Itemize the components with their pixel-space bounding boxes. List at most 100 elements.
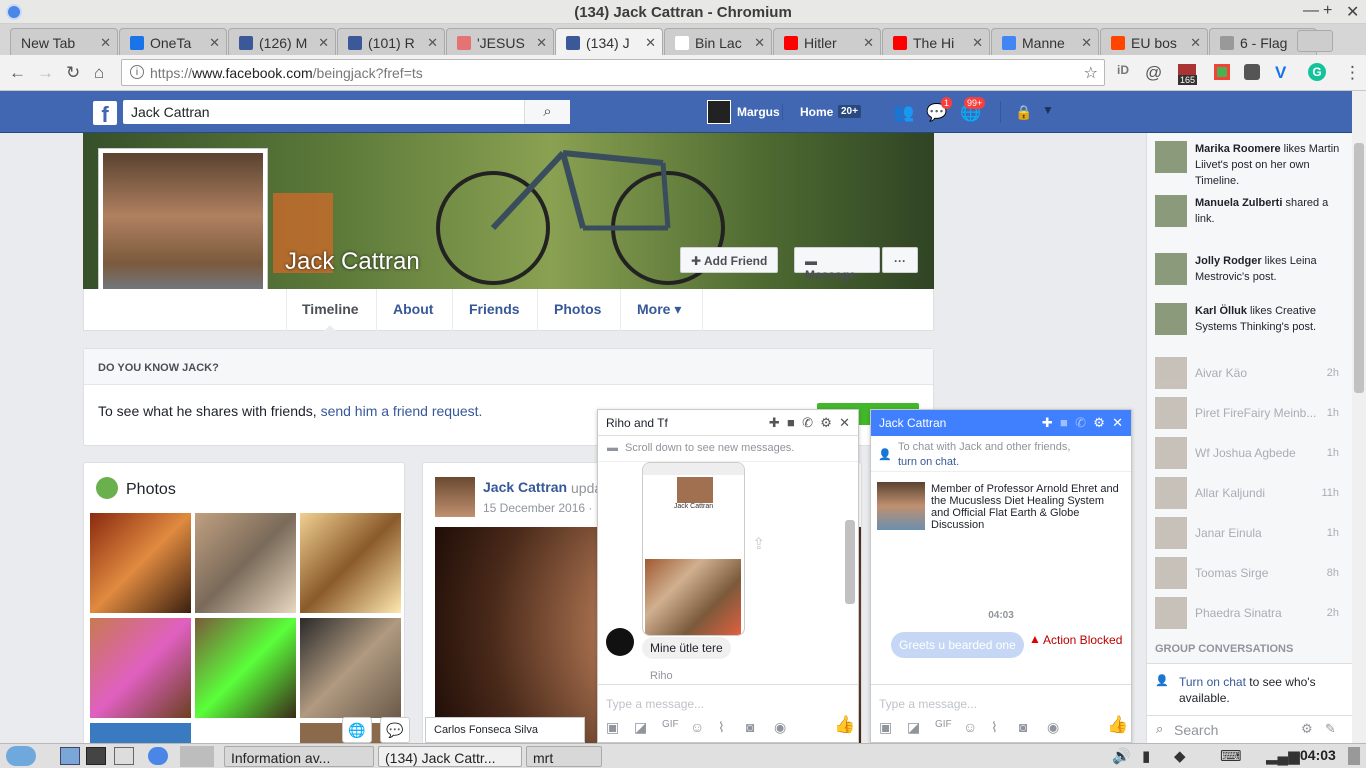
ticker-actor[interactable]: Karl Ölluk — [1195, 305, 1247, 317]
contact-item[interactable]: Toomas Sirge 8h — [1155, 557, 1345, 593]
tab-more[interactable]: More ▾ — [637, 301, 681, 318]
tab-close-icon[interactable]: ✕ — [427, 35, 438, 51]
emoji-icon[interactable]: ☺ — [963, 719, 977, 735]
tab-close-icon[interactable]: ✕ — [209, 35, 220, 51]
info-icon[interactable]: i — [130, 65, 144, 79]
friend-requests-icon[interactable]: 👥 — [893, 103, 914, 123]
photos-title[interactable]: Photos — [126, 481, 176, 498]
tab-close-icon[interactable]: ✕ — [1190, 35, 1201, 51]
photo-icon[interactable]: ▣ — [879, 719, 892, 736]
photo-thumb[interactable] — [195, 618, 296, 718]
browser-tab[interactable]: (134) J ✕ — [555, 28, 663, 55]
ticker-actor[interactable]: Manuela Zulberti — [1195, 197, 1282, 209]
compose-icon[interactable]: ✎ — [1325, 721, 1336, 737]
page-scrollbar-thumb[interactable] — [1354, 143, 1364, 393]
ticker-actor[interactable]: Jolly Rodger — [1195, 255, 1262, 267]
empty-task-slot[interactable] — [180, 746, 214, 767]
bookmark-star-icon[interactable]: ☆ — [1084, 63, 1098, 83]
browser-tab[interactable]: (101) R ✕ — [337, 28, 445, 55]
friend-request-link[interactable]: send him a friend request. — [321, 403, 483, 419]
share-icon[interactable]: ⇪ — [752, 534, 765, 554]
battery-icon[interactable]: ▮ — [1142, 747, 1150, 765]
contact-item[interactable]: Allar Kaljundi 11h — [1155, 477, 1345, 513]
extension-at-icon[interactable]: @ — [1145, 63, 1162, 83]
tab-close-icon[interactable]: ✕ — [1081, 35, 1092, 51]
browser-tab[interactable]: Bin Lac ✕ — [664, 28, 772, 55]
ticker-avatar[interactable] — [1155, 253, 1187, 285]
browser-tab[interactable]: 'JESUS ✕ — [446, 28, 554, 55]
gear-icon[interactable]: ⚙ — [820, 415, 832, 430]
minimize-icon[interactable]: — — [1303, 2, 1319, 20]
extension-green-icon[interactable] — [1214, 64, 1230, 80]
photo-thumb[interactable] — [300, 618, 401, 718]
home-link[interactable]: Home — [800, 105, 833, 119]
terminal-icon[interactable] — [86, 747, 106, 765]
attachment-icon[interactable]: ⌇ — [718, 719, 725, 736]
browser-tab[interactable]: New Tab ✕ — [10, 28, 118, 55]
camera-icon[interactable]: ◉ — [774, 719, 786, 736]
ticker-avatar[interactable] — [1155, 141, 1187, 173]
message-input[interactable]: Type a message... — [879, 697, 977, 711]
attachment-icon[interactable]: ⌇ — [991, 719, 998, 736]
phone-icon[interactable]: ✆ — [1075, 415, 1086, 430]
back-icon[interactable]: ← — [9, 63, 26, 83]
maximize-icon[interactable]: + — [1323, 2, 1332, 20]
menu-icon[interactable]: ⋮ — [1344, 63, 1361, 83]
search-icon[interactable]: ⌕ — [524, 100, 570, 124]
gear-icon[interactable]: ⚙ — [1301, 721, 1313, 737]
browser-tab[interactable]: Manne ✕ — [991, 28, 1099, 55]
user-name-link[interactable]: Margus — [737, 105, 780, 119]
sticker-icon[interactable]: ◪ — [907, 719, 920, 736]
facebook-logo-icon[interactable]: f — [93, 101, 117, 127]
task-mrt[interactable]: mrt — [526, 746, 602, 767]
new-tab-button[interactable] — [1297, 30, 1333, 52]
task-chromium[interactable]: (134) Jack Cattr... — [378, 746, 522, 767]
gear-icon[interactable]: ⚙ — [1093, 415, 1105, 430]
close-icon[interactable]: ✕ — [839, 415, 850, 430]
tab-close-icon[interactable]: ✕ — [318, 35, 329, 51]
tab-about[interactable]: About — [393, 301, 433, 317]
user-avatar[interactable] — [707, 100, 731, 124]
volume-icon[interactable]: 🔊 — [1112, 747, 1131, 765]
more-options-button[interactable]: ··· — [882, 247, 918, 273]
start-menu-icon[interactable] — [6, 746, 36, 766]
contact-item[interactable]: Wf Joshua Agbede 1h — [1155, 437, 1345, 473]
chat-toggle-icon[interactable]: 💬 — [380, 717, 410, 743]
tab-timeline[interactable]: Timeline — [302, 301, 359, 317]
ticker-actor[interactable]: Marika Roomere — [1195, 143, 1281, 155]
reload-icon[interactable]: ↻ — [66, 63, 80, 83]
like-thumb-icon[interactable]: 👍 — [1107, 715, 1128, 735]
extension-id-icon[interactable]: iD — [1117, 63, 1129, 77]
camera-icon[interactable]: ◉ — [1047, 719, 1059, 736]
tab-close-icon[interactable]: ✕ — [972, 35, 983, 51]
video-call-icon[interactable]: ■ — [787, 415, 795, 430]
game-icon[interactable]: ◙ — [1019, 719, 1027, 735]
account-dropdown-icon[interactable]: ▼ — [1042, 103, 1054, 117]
ticker-avatar[interactable] — [1155, 195, 1187, 227]
close-icon[interactable]: ✕ — [1112, 415, 1123, 430]
photo-thumb[interactable] — [90, 513, 191, 613]
clock[interactable]: 04:03 — [1300, 747, 1336, 763]
tab-close-icon[interactable]: ✕ — [536, 35, 547, 51]
video-call-icon[interactable]: ■ — [1060, 415, 1068, 430]
extension-v-icon[interactable]: V — [1275, 63, 1286, 83]
sticker-icon[interactable]: ◪ — [634, 719, 647, 736]
contact-avatar[interactable] — [877, 482, 925, 530]
show-desktop-button[interactable] — [1348, 747, 1360, 765]
close-icon[interactable]: ✕ — [1346, 2, 1359, 22]
browser-tab[interactable]: (126) M ✕ — [228, 28, 336, 55]
contact-item[interactable]: Piret FireFairy Meinb... 1h — [1155, 397, 1345, 433]
emoji-icon[interactable]: ☺ — [690, 719, 704, 735]
chromium-launcher-icon[interactable] — [148, 747, 168, 765]
gif-icon[interactable]: GIF — [662, 719, 679, 730]
window-icon[interactable] — [114, 747, 134, 765]
privacy-shortcuts-icon[interactable]: 🔒 — [1015, 104, 1032, 121]
like-thumb-icon[interactable]: 👍 — [834, 715, 855, 735]
tab-close-icon[interactable]: ✕ — [645, 35, 656, 51]
page-scrollbar[interactable] — [1352, 91, 1366, 743]
address-bar[interactable]: i https://www.facebook.com/beingjack?fre… — [121, 59, 1105, 86]
photo-thumb[interactable] — [90, 618, 191, 718]
task-information[interactable]: Information av... — [224, 746, 374, 767]
ticker-avatar[interactable] — [1155, 303, 1187, 335]
forward-icon[interactable]: → — [37, 63, 54, 83]
